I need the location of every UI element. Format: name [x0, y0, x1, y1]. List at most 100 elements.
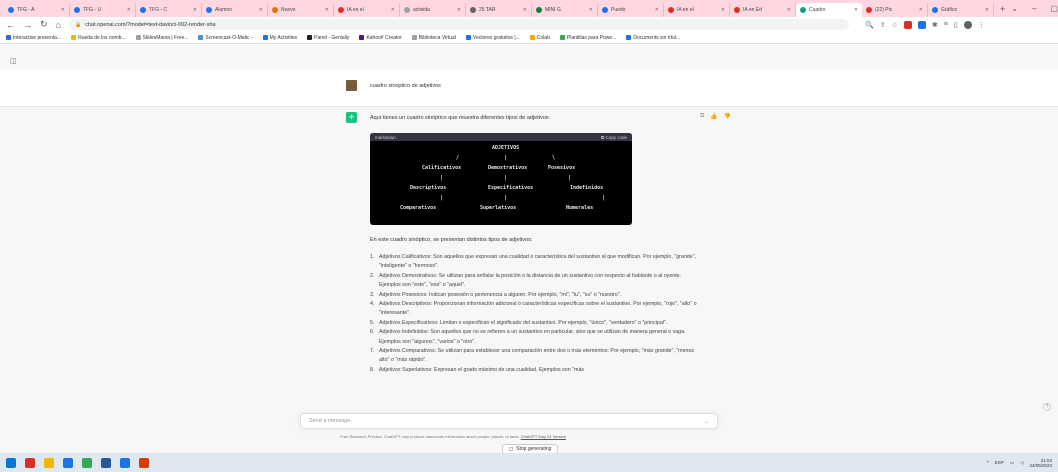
stop-icon: ◻: [509, 446, 514, 452]
stop-generating-button[interactable]: ◻ Stop generating: [502, 444, 559, 453]
extension-blue-icon[interactable]: [917, 20, 926, 29]
menu-icon[interactable]: ⋮: [978, 21, 985, 29]
bookmark-item[interactable]: My Activities: [262, 35, 297, 41]
list-item-text: Adjetivos Demostrativos: Se utilizan par…: [379, 272, 682, 289]
back-icon[interactable]: ←: [6, 20, 15, 30]
minimize-button[interactable]: –: [1032, 4, 1036, 13]
close-tab-icon[interactable]: ✕: [787, 7, 791, 13]
extension-red-icon[interactable]: [903, 20, 912, 29]
home-icon[interactable]: ⌂: [56, 20, 61, 30]
close-tab-icon[interactable]: ✕: [655, 7, 659, 13]
browser-tab[interactable]: Puedo ✕: [598, 3, 664, 17]
browser-tab[interactable]: (22) Pic ✕: [862, 3, 928, 17]
bookmark-item[interactable]: SlidesMania | Free...: [135, 35, 188, 41]
bookmark-item[interactable]: Rueda de los nomb...: [71, 35, 126, 41]
windows-start-icon[interactable]: [6, 457, 16, 468]
browser-tab[interactable]: TFG - U ✕: [70, 3, 136, 17]
copy-code-label: Copy code: [605, 134, 627, 140]
list-item-number: 3.: [370, 291, 375, 298]
close-tab-icon[interactable]: ✕: [457, 7, 461, 13]
taskbar-app-icon[interactable]: [139, 457, 149, 468]
volume-icon[interactable]: ◁: [1020, 460, 1023, 466]
taskbar-app-icon[interactable]: [82, 457, 92, 468]
browser-tab[interactable]: IA en Ed ✕: [730, 3, 796, 17]
taskbar-app-icon[interactable]: [25, 457, 35, 468]
browser-tab[interactable]: Cuadro ✕: [796, 3, 862, 17]
version-link[interactable]: ChatGPT May 24 Version: [521, 434, 566, 439]
taskbar-app-icon[interactable]: [101, 457, 111, 468]
star-icon[interactable]: ☆: [892, 21, 898, 29]
sidebar-toggle-icon[interactable]: ◫: [10, 57, 17, 65]
bookmark-item[interactable]: Interactive presenta...: [6, 35, 61, 41]
tab-strip: TFG - A ✕ TFG - U ✕ TFG - C ✕ Alumno ✕ Nuevo ✕ IA …: [4, 3, 994, 17]
close-tab-icon[interactable]: ✕: [854, 7, 858, 13]
new-tab-button[interactable]: +: [994, 4, 1011, 14]
search-icon[interactable]: 🔍: [865, 21, 874, 29]
maximize-button[interactable]: ▢: [1050, 4, 1058, 13]
playlist-icon[interactable]: ≡: [944, 21, 948, 29]
bookmark-item[interactable]: Screencast-O-Matic -: [198, 35, 253, 41]
bookmark-item[interactable]: Vectores gratuitos |...: [465, 35, 520, 41]
browser-tab[interactable]: Nuevo ✕: [268, 3, 334, 17]
close-tab-icon[interactable]: ✕: [193, 7, 197, 13]
browser-tab[interactable]: MINI G ✕: [532, 3, 598, 17]
browser-tab[interactable]: Gráfico ✕: [928, 3, 994, 17]
bookmark-item[interactable]: Biblioteca Virtual: [411, 35, 456, 41]
close-tab-icon[interactable]: ✕: [589, 7, 593, 13]
thumbs-down-icon[interactable]: 👎: [724, 113, 731, 120]
close-tab-icon[interactable]: ✕: [325, 7, 329, 13]
list-item: 5. Adjetivos Especificativos: Limitan o e…: [370, 319, 700, 328]
list-item-text: Adjetivos Superlativos: Expresan el grad…: [379, 366, 585, 373]
taskbar-app-icon[interactable]: [120, 457, 130, 468]
forward-icon[interactable]: →: [23, 20, 32, 30]
browser-tab[interactable]: activida ✕: [400, 3, 466, 17]
tab-label: MINI G: [545, 7, 561, 13]
tab-search-icon[interactable]: ⌄: [1011, 4, 1018, 13]
browser-tab[interactable]: IA en el ✕: [664, 3, 730, 17]
thumbs-up-icon[interactable]: 👍: [710, 113, 717, 120]
code-comparativos: Comparativos: [400, 205, 437, 211]
taskbar-app-icon[interactable]: [63, 457, 73, 468]
tab-label: IA en el: [677, 7, 694, 13]
close-tab-icon[interactable]: ✕: [391, 7, 395, 13]
browser-tab[interactable]: TFG - A ✕: [4, 3, 70, 17]
help-button[interactable]: ?: [1043, 403, 1051, 411]
url-bar[interactable]: 🔒 chat.openai.com/?model=text-davinci-00…: [68, 19, 849, 30]
clock[interactable]: 21:04 24/05/2023: [1029, 458, 1052, 468]
bookmark-item[interactable]: Panel - Genially: [307, 35, 349, 41]
taskbar-app-icon[interactable]: [44, 457, 54, 468]
bookmark-item[interactable]: Kahoot! Creator: [359, 35, 402, 41]
close-tab-icon[interactable]: ✕: [523, 7, 527, 13]
puzzle-icon[interactable]: ✱: [932, 21, 938, 29]
list-item: 2. Adjetivos Demostrativos: Se utilizan p…: [370, 272, 700, 291]
browser-tab[interactable]: Alumno ✕: [202, 3, 268, 17]
language-indicator[interactable]: ESP: [995, 460, 1004, 465]
send-icon[interactable]: ⌄: [704, 418, 709, 425]
close-tab-icon[interactable]: ✕: [985, 7, 989, 13]
browser-tab[interactable]: 25 TAR ✕: [466, 3, 532, 17]
network-icon[interactable]: ▭: [1010, 460, 1014, 466]
share-icon[interactable]: ⇪: [880, 21, 886, 29]
bookmark-item[interactable]: Documents sin títul...: [626, 35, 680, 41]
browser-tab-bar: TFG - A ✕ TFG - U ✕ TFG - C ✕ Alumno ✕ Nuevo ✕ IA …: [0, 0, 1058, 17]
bookmark-favicon-icon: [359, 35, 365, 40]
profile-avatar[interactable]: [963, 20, 972, 29]
message-input[interactable]: Send a message. ⌄: [300, 413, 718, 429]
taskbar: ^ ESP ▭ ◁ 21:04 24/05/2023: [0, 453, 1058, 472]
bookmark-label: Interactive presenta...: [13, 34, 62, 41]
close-tab-icon[interactable]: ✕: [61, 7, 65, 13]
copy-code-button[interactable]: ⧉ Copy code: [601, 135, 627, 140]
bookmark-item[interactable]: Colab: [529, 35, 550, 41]
browser-tab[interactable]: IA en el ✕: [334, 3, 400, 17]
close-tab-icon[interactable]: ✕: [721, 7, 725, 13]
copy-icon[interactable]: ⧉: [700, 113, 704, 120]
reload-icon[interactable]: ↻: [40, 19, 48, 30]
bookmark-label: Panel - Genially: [314, 34, 350, 41]
chevron-up-icon[interactable]: ^: [987, 460, 989, 465]
browser-tab[interactable]: TFG - C ✕: [136, 3, 202, 17]
sidepanel-icon[interactable]: ▯: [954, 21, 958, 29]
close-tab-icon[interactable]: ✕: [127, 7, 131, 13]
close-tab-icon[interactable]: ✕: [259, 7, 263, 13]
close-tab-icon[interactable]: ✕: [919, 7, 923, 13]
bookmark-item[interactable]: Plantillas para Powe...: [559, 35, 616, 41]
